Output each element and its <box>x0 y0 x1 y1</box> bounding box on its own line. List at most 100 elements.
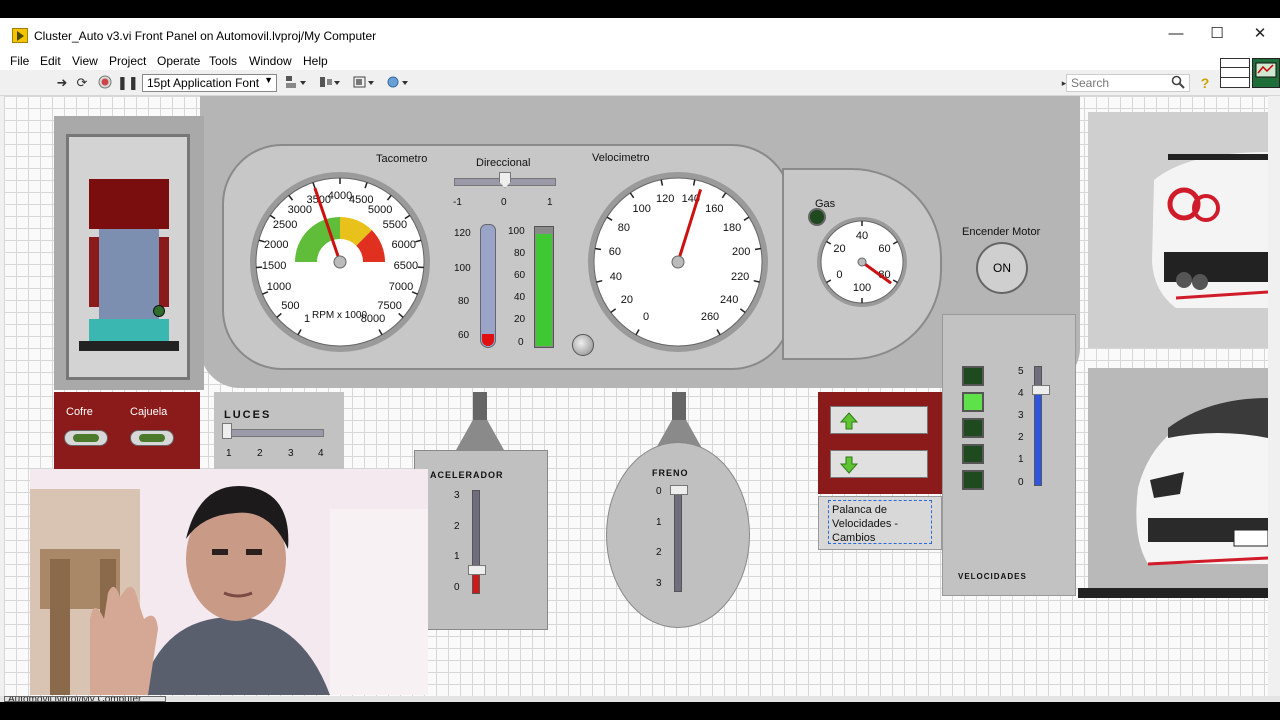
align-objects-icon[interactable] <box>284 75 308 91</box>
help-icon[interactable]: ? <box>1197 75 1213 91</box>
menu-operate[interactable]: Operate <box>157 54 200 68</box>
menu-file[interactable]: File <box>10 54 29 68</box>
vel-tick-3: 3 <box>1018 410 1024 421</box>
luces-tick-4: 4 <box>318 448 324 459</box>
tank-tick-0: 0 <box>518 337 524 348</box>
fuel-tank[interactable] <box>534 226 554 348</box>
status-bar: Automovil.lvproj/My Computer <box>0 696 1280 702</box>
freno-tick-0: 0 <box>656 486 662 497</box>
thermo-tick-100: 100 <box>454 263 471 274</box>
cofre-switch[interactable] <box>64 430 108 446</box>
pause-icon[interactable]: ❚❚ <box>117 75 139 91</box>
down-arrow-icon <box>839 456 859 474</box>
gas-gauge[interactable]: 0 20 40 60 80 100 <box>816 216 908 308</box>
freno-slider-thumb[interactable] <box>670 485 688 495</box>
webcam-overlay <box>30 469 428 695</box>
velocidades-slider-thumb[interactable] <box>1032 385 1050 395</box>
freno-slider-track[interactable] <box>674 488 682 592</box>
luces-label: LUCES <box>224 409 272 421</box>
run-arrow-icon[interactable]: ➜ <box>54 75 70 91</box>
palanca-label[interactable]: Palanca de Velocidades - Cambios <box>828 500 932 544</box>
thermo-tick-80: 80 <box>458 296 470 307</box>
maximize-button[interactable]: ☐ <box>1207 24 1227 44</box>
cajuela-label: Cajuela <box>130 406 168 418</box>
velocidades-slider-fill <box>1035 390 1041 485</box>
menu-tools[interactable]: Tools <box>209 54 237 68</box>
thermometer[interactable] <box>480 224 496 348</box>
minimize-button[interactable]: — <box>1166 24 1186 44</box>
gear-up-button[interactable] <box>830 406 928 434</box>
title-bar: Cluster_Auto v3.vi Front Panel on Automo… <box>0 18 1280 52</box>
font-select[interactable]: 15pt Application Font ▼ <box>142 74 277 92</box>
acelerador-label: ACELERADOR <box>430 470 504 480</box>
reorder-icon[interactable] <box>386 75 410 91</box>
distribute-objects-icon[interactable] <box>318 75 342 91</box>
cofre-label: Cofre <box>66 406 93 418</box>
direccional-label: Direccional <box>476 157 531 169</box>
door-indicator-frame <box>66 134 190 380</box>
speedometer[interactable]: 0 20 40 60 80 100 120 140 160 180 200 220 240 260 <box>586 170 770 354</box>
velocidad-led-5 <box>962 470 984 490</box>
vel-tick-2: 2 <box>1018 432 1024 443</box>
cajuela-switch[interactable] <box>130 430 174 446</box>
connector-pane-icon[interactable] <box>1220 58 1250 88</box>
acelerador-mount <box>456 420 504 450</box>
freno-tick-2: 2 <box>656 547 662 558</box>
tachometer[interactable]: 1500100015002000250030003500400045005000… <box>248 170 432 354</box>
door-top <box>89 179 169 229</box>
window-title: Cluster_Auto v3.vi Front Panel on Automo… <box>34 29 377 43</box>
car-photo-frame <box>1078 588 1268 598</box>
vel-tick-5: 5 <box>1018 366 1024 377</box>
tank-tick-100: 100 <box>508 226 525 237</box>
vel-tick-0: 0 <box>1018 477 1024 488</box>
menu-help[interactable]: Help <box>303 54 328 68</box>
luces-tick-1: 1 <box>226 448 232 459</box>
velocidad-led-2 <box>962 392 984 412</box>
menu-view[interactable]: View <box>72 54 98 68</box>
freno-stem <box>672 392 686 422</box>
menu-edit[interactable]: Edit <box>40 54 61 68</box>
acel-tick-3: 3 <box>454 490 460 501</box>
menu-bar: File Edit View Project Operate Tools Win… <box>0 52 1280 70</box>
gas-needle <box>857 257 893 285</box>
run-continuously-icon[interactable]: ⟳ <box>74 75 90 91</box>
vel-tick-1: 1 <box>1018 454 1024 465</box>
luces-slider-thumb[interactable] <box>222 423 232 439</box>
car-photo-front <box>1088 368 1268 588</box>
encender-motor-label: Encender Motor <box>962 226 1041 238</box>
door-window <box>99 229 159 319</box>
luces-slider-track[interactable] <box>224 429 324 437</box>
velocidades-label: VELOCIDADES <box>958 572 1027 581</box>
dir-tick-neg1: -1 <box>453 197 462 208</box>
front-panel-canvas: Tacometro Velocimetro Direccional Gas 15… <box>4 96 1268 696</box>
tank-tick-80: 80 <box>514 248 526 259</box>
gear-down-button[interactable] <box>830 450 928 478</box>
thermo-tick-60: 60 <box>458 330 470 341</box>
velocidades-slider-track[interactable] <box>1034 366 1042 486</box>
abort-icon[interactable] <box>97 75 113 91</box>
tach-needle <box>313 187 347 269</box>
door-led <box>153 305 165 317</box>
encender-motor-button[interactable]: ON <box>976 242 1028 294</box>
vel-tick-4: 4 <box>1018 388 1024 399</box>
font-select-value: 15pt Application Font <box>147 76 260 90</box>
tacometro-label: Tacometro <box>376 153 428 165</box>
tank-tick-60: 60 <box>514 270 526 281</box>
resize-objects-icon[interactable] <box>352 75 376 91</box>
acel-tick-2: 2 <box>454 521 460 532</box>
dir-tick-0: 0 <box>501 197 507 208</box>
car-photo-rear <box>1088 112 1268 348</box>
labview-app-icon <box>12 28 28 43</box>
toolbar: ➜ ⟳ ❚❚ 15pt Application Font ▼ ▸ Search … <box>0 70 1280 96</box>
door-step <box>89 319 169 341</box>
search-icon[interactable] <box>1170 75 1186 91</box>
acel-tick-0: 0 <box>454 582 460 593</box>
dir-tick-1: 1 <box>547 197 553 208</box>
menu-project[interactable]: Project <box>109 54 146 68</box>
acelerador-slider-track[interactable] <box>472 490 480 594</box>
menu-window[interactable]: Window <box>249 54 292 68</box>
vi-icon[interactable] <box>1252 58 1280 88</box>
acelerador-slider-thumb[interactable] <box>468 564 486 575</box>
close-button[interactable]: ✕ <box>1250 24 1270 44</box>
velocidad-led-1 <box>962 366 984 386</box>
